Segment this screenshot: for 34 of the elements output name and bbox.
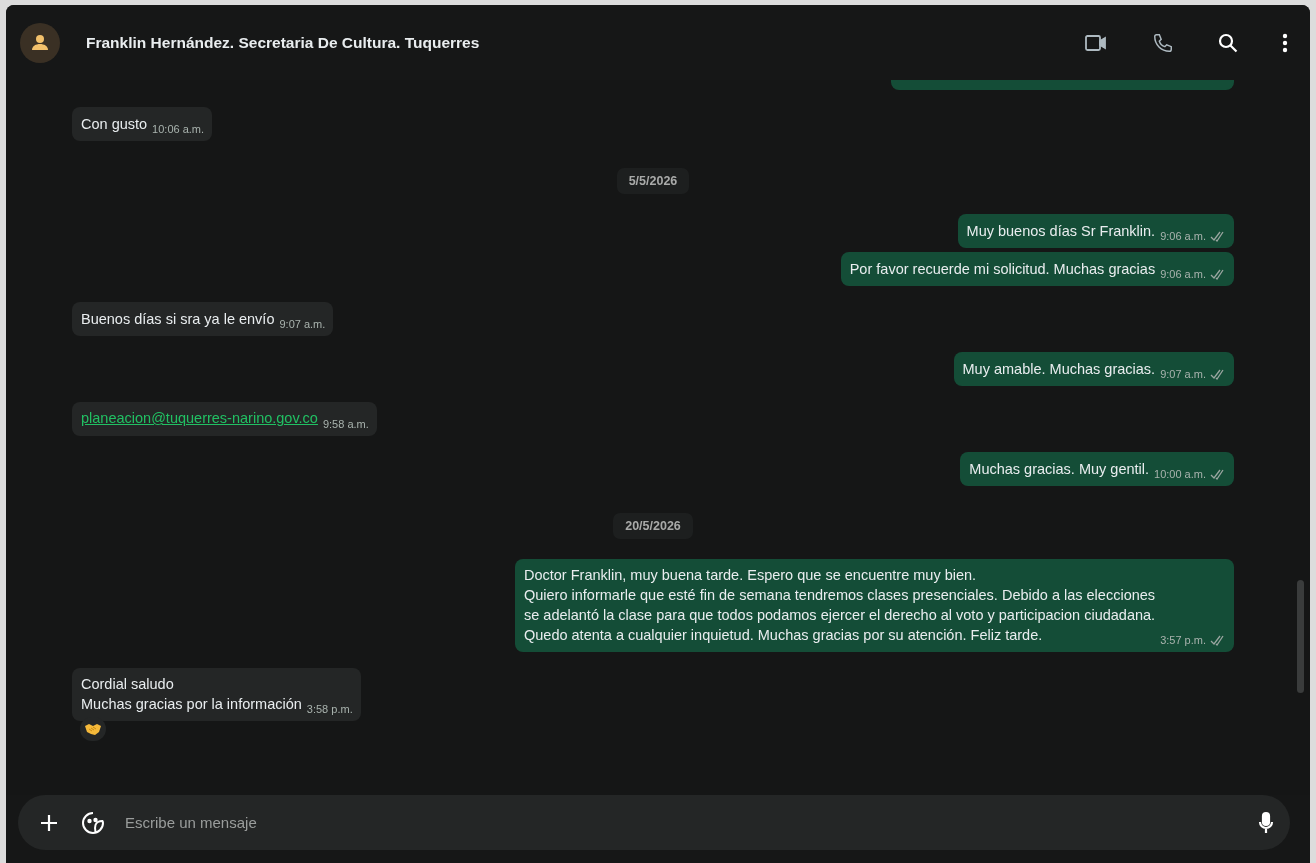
sticker-icon[interactable] [81, 810, 105, 835]
message-time: 3:57 p.m. [1160, 633, 1206, 648]
attach-plus-icon[interactable] [40, 813, 58, 832]
message-time: 3:58 p.m. [306, 702, 353, 717]
message-text: Por favor recuerde mi solicitud. Muchas gracias [849, 260, 1156, 279]
phone-call-icon[interactable] [1152, 31, 1174, 54]
message-time: 10:06 a.m. [152, 122, 205, 137]
message-text: Doctor Franklin, muy buena tarde. Espero que se encuentre muy bien. Quiero informarle que esté fin de semana tendremos clases presenciales. Debido a las elecciones se adelantó la clase para que todos podamos ejercer el derecho al voto y participacion ciudadana. Quedo atenta a cualquier inquietud. Muchas gracias por su atención. Feliz tarde. [524, 566, 1156, 645]
message-time: 9:06 a.m. [1160, 229, 1206, 244]
message-text: Muy amable. Muchas gracias. [962, 360, 1156, 379]
email-link[interactable]: planeacion@tuquerres-narino.gov.co [81, 410, 318, 426]
message-time: 9:58 a.m. [322, 417, 369, 432]
microphone-icon[interactable] [1258, 810, 1274, 835]
message-text: Muchas gracias. Muy gentil. [969, 460, 1149, 479]
person-icon [30, 32, 50, 53]
video-call-icon[interactable] [1084, 32, 1108, 53]
message-time: 9:07 a.m. [1160, 367, 1206, 382]
message-text: Muy buenos días Sr Franklin. [966, 222, 1156, 241]
message-time: 10:00 a.m. [1154, 467, 1206, 482]
menu-icon[interactable] [1282, 32, 1288, 53]
message-text: Cordial saludo Muchas gracias por la información [81, 675, 302, 714]
contact-name: Franklin Hernández. Secretaria De Cultura. Tuquerres [86, 33, 481, 52]
message-time: 9:06 a.m. [1160, 267, 1206, 282]
search-icon[interactable] [1218, 32, 1238, 53]
date-divider: 5/5/2026 [616, 168, 690, 194]
message-input[interactable]: Escribe un mensaje [123, 813, 1258, 832]
date-divider: 20/5/2026 [613, 513, 693, 539]
handshake-icon [85, 723, 101, 735]
message-text: Con gusto [81, 115, 148, 134]
scrollbar-thumb[interactable] [1297, 580, 1304, 693]
message-input-field[interactable]: Escribe un mensaje [18, 795, 1290, 850]
contact-avatar[interactable] [20, 22, 60, 63]
message-time: 9:07 a.m. [279, 317, 326, 332]
message-text: Buenos días si sra ya le envío [81, 310, 275, 329]
